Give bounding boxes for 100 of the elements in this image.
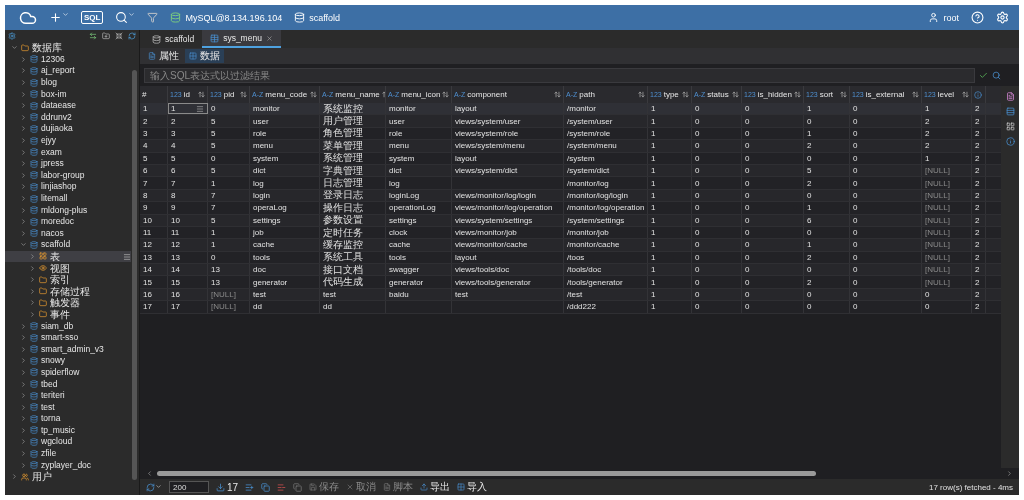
- view-tab[interactable]: 属性: [144, 49, 183, 63]
- tree-item[interactable]: 存储过程: [5, 285, 131, 298]
- table-row[interactable]: 12 12 1 cache 缓存监控 cache views/monitor/cache /monitor/cache 1 0 0 1 0 [NULL] 2: [140, 239, 1001, 252]
- tree-item[interactable]: siam_db: [5, 320, 131, 332]
- info-icon[interactable]: [1005, 137, 1015, 146]
- sort-icon[interactable]: [732, 91, 739, 98]
- tree-item[interactable]: 触发器: [5, 297, 131, 309]
- tree-item[interactable]: nacos: [5, 227, 131, 240]
- table-cell: 0: [742, 239, 804, 251]
- sort-icon[interactable]: [240, 91, 247, 98]
- tree-item[interactable]: labor-group: [5, 169, 131, 182]
- tree-item[interactable]: scaffold: [5, 239, 131, 251]
- new-icon[interactable]: [49, 11, 62, 24]
- sort-icon[interactable]: [442, 91, 450, 98]
- apply-icon[interactable]: [979, 70, 988, 80]
- tree-item[interactable]: dujiaoka: [5, 123, 131, 135]
- settings-icon[interactable]: [8, 32, 16, 40]
- cell-menu-icon[interactable]: [196, 104, 204, 113]
- tree-item[interactable]: 事件: [5, 308, 131, 321]
- tree-item[interactable]: teriteri: [5, 389, 131, 402]
- table-row[interactable]: 2 2 5 user 用户管理 user views/system/user /system/user 1 0 0 0 0 2 2: [140, 115, 1001, 128]
- sql-editor-button[interactable]: SQL: [81, 11, 104, 24]
- user-menu[interactable]: root: [928, 12, 959, 23]
- action-button[interactable]: 导入: [457, 480, 488, 494]
- tree-item[interactable]: linjiashop: [5, 181, 131, 193]
- table-cell: 0: [850, 103, 922, 115]
- tree-item[interactable]: wgcloud: [5, 436, 131, 448]
- refresh-icon[interactable]: [128, 32, 136, 40]
- tree-item[interactable]: litemall: [5, 192, 131, 205]
- tree-item[interactable]: smart-sso: [5, 331, 131, 344]
- close-icon[interactable]: [265, 34, 273, 42]
- action-button[interactable]: 导出: [420, 480, 451, 494]
- tree-item[interactable]: ddrunv2: [5, 111, 131, 124]
- tree-item[interactable]: mldong-plus: [5, 204, 131, 216]
- tree-item[interactable]: blog: [5, 76, 131, 89]
- filter-history-icon[interactable]: [992, 70, 1001, 80]
- sort-icon[interactable]: [840, 91, 847, 98]
- collapse-all-icon[interactable]: [115, 32, 123, 40]
- tree-item[interactable]: zfile: [5, 447, 131, 460]
- tree-item[interactable]: test: [5, 401, 131, 413]
- tree-item[interactable]: dataease: [5, 99, 131, 112]
- tree-item[interactable]: spiderflow: [5, 366, 131, 379]
- refresh-icon[interactable]: [146, 482, 155, 492]
- table-row[interactable]: 4 4 5 menu 菜单管理 menu views/system/menu /system/menu 1 0 0 2 0 2 2: [140, 140, 1001, 153]
- menu-icon[interactable]: [123, 253, 131, 262]
- filter-field[interactable]: 输入SQL表达式以过滤结果: [144, 67, 975, 83]
- editor-tab[interactable]: sys_menu: [202, 30, 281, 48]
- tree-item[interactable]: 数据库: [5, 42, 131, 54]
- tree-item[interactable]: exam: [5, 146, 131, 158]
- view-tab[interactable]: 数据: [185, 49, 224, 63]
- scroll-left-icon[interactable]: [146, 470, 153, 477]
- sort-icon[interactable]: [962, 91, 969, 98]
- sort-icon[interactable]: [682, 91, 689, 98]
- tree-item[interactable]: 表: [5, 250, 131, 263]
- copy-row-icon[interactable]: [261, 482, 271, 492]
- tree-item[interactable]: smart_admin_v3: [5, 343, 131, 356]
- fetch-size-field[interactable]: 200: [169, 481, 209, 493]
- database-selector[interactable]: scaffold: [294, 12, 340, 23]
- sync-icon[interactable]: [89, 32, 97, 40]
- table-row[interactable]: 17 17 [NULL] dd dd /ddd222 1 0 0 0 0 0 2: [140, 301, 1001, 314]
- horizontal-scrollbar[interactable]: [157, 471, 817, 476]
- row-count-button[interactable]: 17: [216, 481, 239, 493]
- table-row[interactable]: 1 1 0 monitor 系统监控 monitor layout /monitor 1 0 0 1 0 1 2: [140, 103, 1001, 116]
- tree-item[interactable]: tbed: [5, 378, 131, 390]
- tree-item[interactable]: 索引: [5, 273, 131, 286]
- tree-item[interactable]: ejyy: [5, 134, 131, 147]
- help-icon[interactable]: [971, 11, 984, 24]
- new-folder-icon[interactable]: [102, 32, 110, 40]
- sort-icon[interactable]: [198, 91, 205, 98]
- panel-icon[interactable]: [1005, 92, 1015, 101]
- tree-item[interactable]: 12306: [5, 53, 131, 66]
- table-row[interactable]: 14 14 13 doc 接口文档 swagger views/tools/doc /tools/doc 1 0 0 0 0 [NULL] 2: [140, 264, 1001, 277]
- scrollbar[interactable]: [132, 70, 137, 480]
- sort-icon[interactable]: [638, 91, 645, 98]
- scroll-right-icon[interactable]: [1006, 470, 1013, 477]
- tree-item[interactable]: snowy: [5, 355, 131, 367]
- tree-item[interactable]: zyplayer_doc: [5, 459, 131, 471]
- tree-item[interactable]: torna: [5, 413, 131, 425]
- tree-item[interactable]: jpress: [5, 157, 131, 170]
- sort-icon[interactable]: [554, 91, 561, 98]
- connection-selector[interactable]: MySQL@8.134.196.104: [170, 12, 283, 23]
- tree-item[interactable]: 用户: [5, 470, 131, 483]
- tree-item[interactable]: 视图: [5, 262, 131, 274]
- tree-item[interactable]: box-im: [5, 88, 131, 100]
- table-row[interactable]: 15 15 13 generator 代码生成 generator views/tools/generator /tools/generator 1 0 0 2 0 [NULL] 2: [140, 276, 1001, 289]
- add-row-icon[interactable]: [245, 482, 255, 492]
- sort-icon[interactable]: [310, 91, 317, 98]
- tree-item[interactable]: tp_music: [5, 424, 131, 437]
- table-row[interactable]: 7 7 1 log 日志管理 log /monitor/log 1 0 0 2 0 [NULL] 2: [140, 177, 1001, 190]
- columns-icon[interactable]: [1005, 107, 1015, 116]
- search-icon[interactable]: [115, 11, 129, 24]
- tree-item[interactable]: aj_report: [5, 65, 131, 77]
- delete-row-icon[interactable]: [277, 482, 287, 492]
- table-row[interactable]: 9 9 7 operaLog 操作日志 operationLog views/monitor/log/operation /monitor/log/operation 1 0 0 1 0 [NULL] 2: [140, 202, 1001, 215]
- tree-item[interactable]: moredoc: [5, 215, 131, 228]
- filter-icon[interactable]: [147, 12, 159, 23]
- sort-icon[interactable]: [912, 91, 919, 98]
- editor-tab[interactable]: scaffold: [144, 30, 203, 48]
- sort-icon[interactable]: [794, 91, 801, 98]
- layout-icon[interactable]: [1005, 122, 1015, 131]
